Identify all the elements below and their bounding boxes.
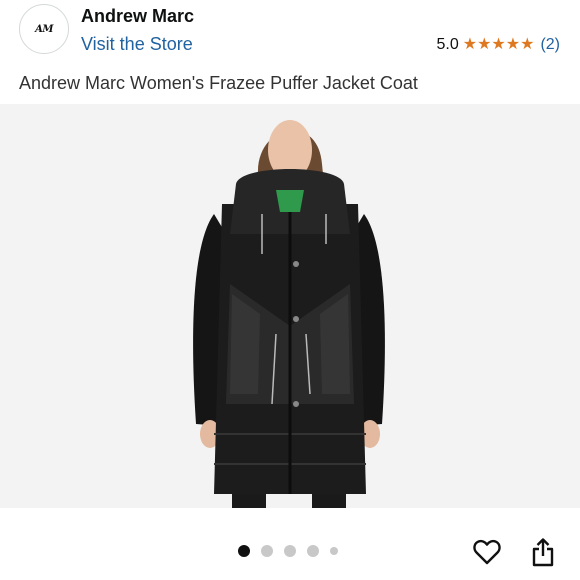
share-button[interactable] xyxy=(527,536,559,568)
star-icon: ★ xyxy=(520,36,535,53)
heart-outline-icon xyxy=(473,539,501,565)
gallery-dot-3[interactable] xyxy=(284,545,296,557)
rating-count[interactable]: (2) xyxy=(540,36,560,54)
share-icon xyxy=(532,538,554,567)
product-image[interactable] xyxy=(0,104,580,508)
product-photo xyxy=(0,104,580,508)
visit-store-link[interactable]: Visit the Store xyxy=(81,34,193,55)
star-icon: ★ xyxy=(491,36,506,53)
star-icon: ★ xyxy=(462,36,478,53)
brand-logo[interactable]: AM xyxy=(19,4,69,54)
store-header: AM Andrew Marc Visit the Store 5.0 ★ ★ ★… xyxy=(0,0,580,70)
star-icon: ★ xyxy=(477,36,492,53)
gallery-dot-1[interactable] xyxy=(238,545,250,557)
gallery-dot-4[interactable] xyxy=(307,545,319,557)
gallery-pagination[interactable] xyxy=(238,545,338,557)
rating-value: 5.0 xyxy=(436,36,459,53)
brand-logo-text: AM xyxy=(35,23,53,35)
gallery-dot-2[interactable] xyxy=(261,545,273,557)
wishlist-button[interactable] xyxy=(471,536,503,568)
rating-summary[interactable]: 5.0 ★ ★ ★ ★ ★ (2) xyxy=(436,36,560,54)
gallery-dot-5[interactable] xyxy=(330,547,338,555)
star-rating: ★ ★ ★ ★ ★ xyxy=(463,37,535,53)
brand-name[interactable]: Andrew Marc xyxy=(81,6,194,27)
product-title: Andrew Marc Women's Frazee Puffer Jacket… xyxy=(19,73,418,93)
star-icon: ★ xyxy=(505,36,521,53)
